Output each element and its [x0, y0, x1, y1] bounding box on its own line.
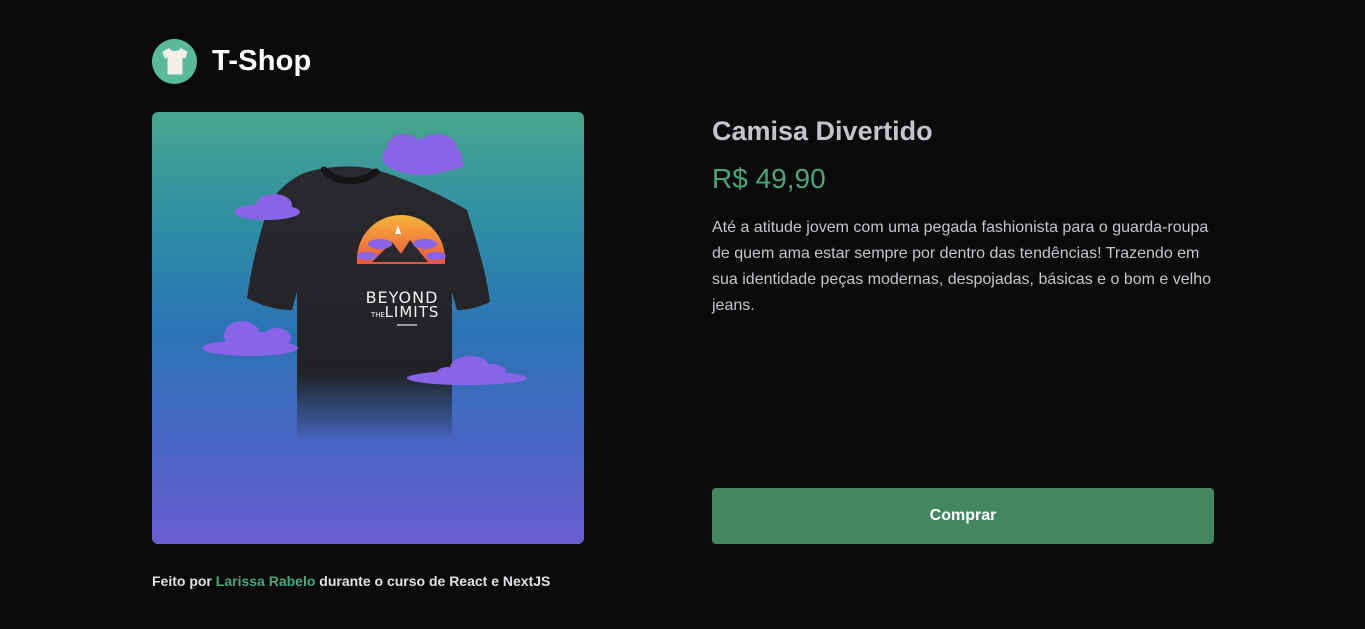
- cloud-top-icon: [382, 134, 464, 175]
- product-title: Camisa Divertido: [712, 116, 933, 146]
- footer-suffix: durante o curso de React e NextJS: [315, 573, 551, 589]
- brand-name: T-Shop: [212, 44, 312, 77]
- product-details: Camisa Divertido R$ 49,90 Até a atitude …: [712, 112, 1214, 335]
- home-logo-link[interactable]: T-Shop: [152, 38, 311, 84]
- author-link[interactable]: Larissa Rabelo: [216, 573, 316, 589]
- buy-button[interactable]: Comprar: [712, 488, 1214, 544]
- product-price: R$ 49,90: [712, 163, 826, 194]
- tshirt-icon: [152, 38, 197, 84]
- footer-credits: Feito por Larissa Rabelo durante o curso…: [152, 572, 550, 590]
- product-image: BEYOND THE LIMITS: [152, 112, 584, 544]
- footer-prefix: Feito por: [152, 573, 216, 589]
- product-description: Até a atitude jovem com uma pegada fashi…: [712, 219, 1211, 314]
- cloud-mid-left-icon: [202, 321, 298, 356]
- print-line3: LIMITS: [385, 303, 440, 321]
- print-line2: THE: [370, 311, 385, 319]
